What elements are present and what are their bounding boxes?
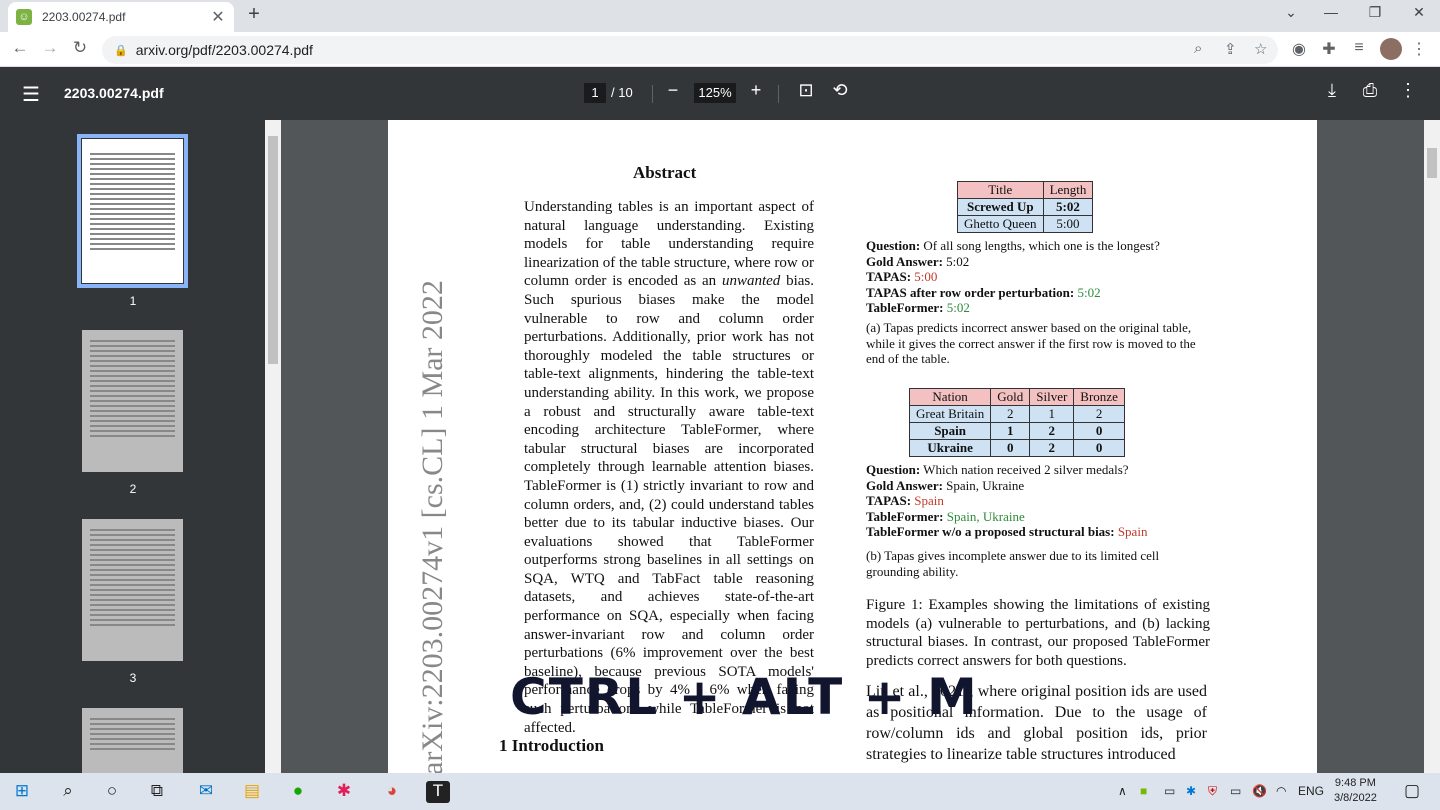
pdf-filename: 2203.00274.pdf (64, 85, 164, 101)
download-icon[interactable]: ⤓ (1320, 80, 1344, 101)
arxiv-stamp: arXiv:2203.00274v1 [cs.CL] 1 Mar 2022 (416, 280, 449, 773)
system-clock[interactable]: 9:48 PM 3/8/2022 (1334, 776, 1377, 806)
typora-icon[interactable]: T (426, 781, 450, 803)
wifi-icon[interactable]: ◠ (1276, 784, 1286, 798)
upwork-icon[interactable]: ● (286, 781, 310, 803)
new-tab-button[interactable]: + (244, 3, 264, 26)
abstract-text: Understanding tables is an important asp… (524, 199, 814, 736)
battery-icon[interactable]: ▭ (1230, 784, 1241, 798)
bookmark-star-icon[interactable]: ☆ (1254, 40, 1267, 58)
tab-title: 2203.00274.pdf (42, 10, 126, 24)
zoom-in-button[interactable]: + (744, 80, 768, 101)
more-options-icon[interactable]: ⋮ (1396, 80, 1420, 101)
figure-caption: Figure 1: Examples showing the limitatio… (866, 597, 1210, 669)
zoom-out-button[interactable]: − (661, 80, 685, 101)
extension-icon[interactable]: ◉ (1288, 39, 1310, 59)
page-thumbnail-3[interactable] (82, 519, 183, 661)
lock-icon: 🔒 (114, 44, 128, 57)
kebab-menu-icon[interactable]: ⋮ (1408, 39, 1430, 59)
scrollbar-thumb[interactable] (1427, 148, 1437, 178)
page-thumbnail-1[interactable] (77, 134, 188, 288)
cortana-icon[interactable]: ○ (100, 781, 124, 803)
zoom-icon[interactable]: ⌕ (1194, 40, 1202, 57)
volume-muted-icon[interactable]: 🔇 (1252, 784, 1267, 798)
notification-icon[interactable]: ▢ (1400, 781, 1424, 803)
sidebar-scrollbar[interactable] (265, 120, 281, 773)
medals-table: Nation Gold Silver Bronze Great Britain 2 1 2 … (908, 388, 1125, 457)
url-text: arxiv.org/pdf/2203.00274.pdf (135, 42, 313, 58)
tab-search-icon[interactable]: ⌄ (1276, 4, 1306, 21)
rotate-icon[interactable]: ⟲ (828, 80, 852, 101)
page-thumbnail-4[interactable] (82, 708, 183, 773)
thumbnail-number: 3 (129, 671, 137, 685)
favicon-icon: ☺ (16, 9, 32, 25)
language-indicator[interactable]: ENG (1298, 784, 1324, 798)
antivirus-icon[interactable]: ⛨ (1208, 784, 1217, 799)
fit-page-icon[interactable]: ⊡ (794, 80, 818, 101)
scrollbar-thumb[interactable] (268, 136, 278, 364)
print-icon[interactable]: ⎙ (1358, 80, 1382, 101)
tab-close-icon[interactable]: ✕ (210, 7, 226, 27)
reading-list-icon[interactable]: ≡ (1348, 39, 1370, 57)
shortcut-overlay: CTRL + ALT + M (510, 668, 979, 726)
hamburger-menu-icon[interactable]: ☰ (22, 82, 40, 107)
back-icon[interactable]: ← (8, 38, 32, 58)
tray-chevron-icon[interactable]: ∧ (1118, 784, 1127, 798)
browser-toolbar: ← → ↻ 🔒 arxiv.org/pdf/2203.00274.pdf ⌕ ⇪… (0, 32, 1440, 67)
restore-icon[interactable]: ❐ (1360, 4, 1390, 21)
divider (778, 85, 779, 103)
share-icon[interactable]: ⇪ (1224, 40, 1237, 58)
address-bar[interactable]: 🔒 arxiv.org/pdf/2203.00274.pdf ⌕ ⇪ ☆ (102, 36, 1278, 64)
qa-block-b: Question: Which nation received 2 silver… (866, 462, 1148, 539)
close-window-icon[interactable]: ✕ (1404, 4, 1434, 21)
task-view-icon[interactable]: ⧉ (145, 781, 169, 803)
tab-strip: ☺ 2203.00274.pdf ✕ + ⌄ — ❐ ✕ (0, 0, 1440, 32)
bluetooth-icon[interactable]: ✱ (1186, 784, 1196, 798)
section-heading: 1 Introduction (499, 736, 605, 755)
chrome-icon[interactable]: ◕ (380, 781, 404, 803)
windows-start-icon[interactable]: ⊞ (10, 781, 34, 803)
mail-icon[interactable]: ✉ (194, 781, 218, 803)
divider (652, 85, 653, 103)
page-thumbnail-2[interactable] (82, 330, 183, 472)
abstract-heading: Abstract (633, 163, 697, 182)
slack-icon[interactable]: ✱ (332, 781, 356, 803)
file-explorer-icon[interactable]: ▤ (240, 781, 264, 803)
song-table: Title Length Screwed Up 5:02 Ghetto Queen 5… (957, 181, 1094, 233)
profile-avatar[interactable] (1380, 38, 1402, 60)
caption-a: (a) Tapas predicts incorrect answer base… (866, 320, 1196, 366)
thumbnail-sidebar: 1 2 3 (0, 120, 265, 773)
forward-icon[interactable]: → (38, 38, 62, 58)
page-total: / 10 (611, 85, 633, 100)
page-number-input[interactable]: 1 (584, 83, 606, 103)
meet-icon[interactable]: ▭ (1164, 784, 1175, 798)
minimize-icon[interactable]: — (1316, 4, 1346, 20)
windows-taskbar: ⊞ ⌕ ○ ⧉ ✉ ▤ ● ✱ ◕ T ∧ ■ ▭ ✱ ⛨ ▭ 🔇 ◠ ENG … (0, 773, 1440, 810)
qa-block-a: Question: Of all song lengths, which one… (866, 238, 1160, 315)
thumbnail-number: 2 (129, 482, 137, 496)
thumbnail-number: 1 (129, 294, 137, 308)
zoom-level-input[interactable]: 125% (694, 83, 736, 103)
extensions-puzzle-icon[interactable]: ✚ (1318, 39, 1340, 59)
main-scrollbar[interactable] (1424, 120, 1440, 773)
search-icon[interactable]: ⌕ (56, 781, 80, 803)
nvidia-icon[interactable]: ■ (1140, 784, 1147, 798)
reload-icon[interactable]: ↻ (68, 38, 92, 58)
pdf-toolbar: ☰ 2203.00274.pdf 1 / 10 − 125% + ⊡ ⟲ ⤓ ⎙… (0, 67, 1440, 120)
browser-tab[interactable]: ☺ 2203.00274.pdf ✕ (8, 2, 234, 32)
caption-b: (b) Tapas gives incomplete answer due to… (866, 548, 1160, 579)
